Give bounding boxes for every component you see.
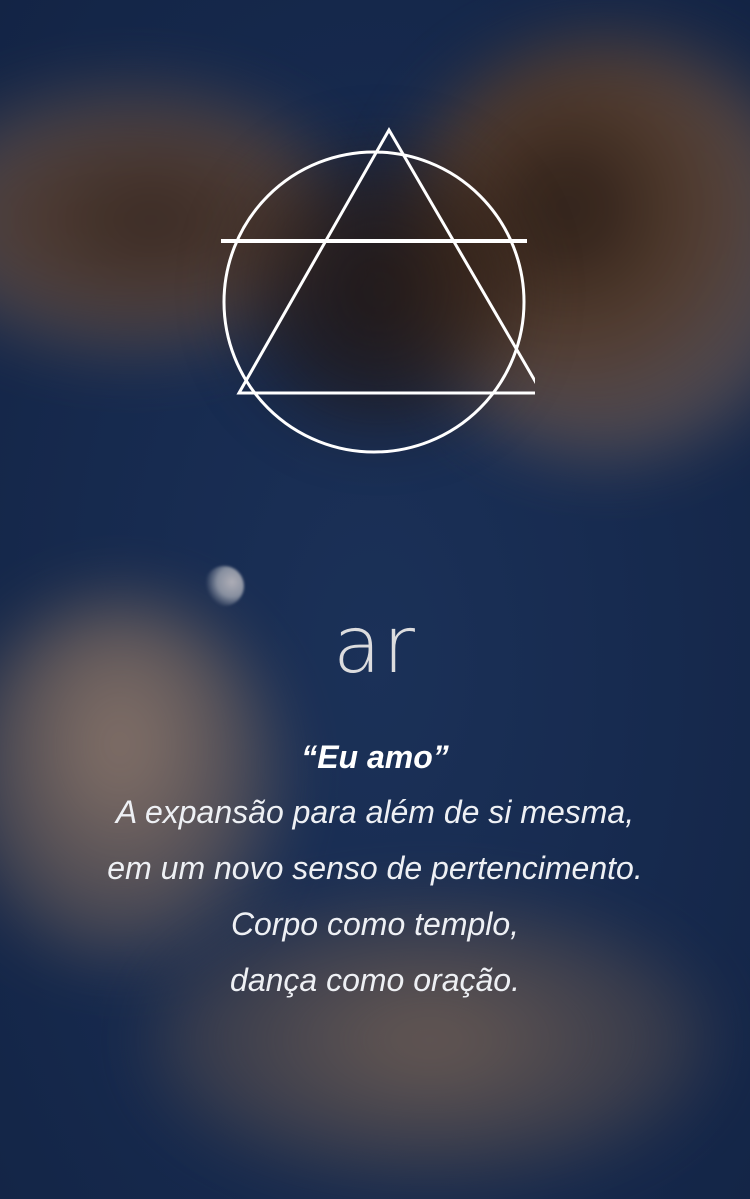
poem-quote: “Eu amo”: [301, 739, 449, 775]
element-title: ar: [333, 601, 417, 691]
poem-line: em um novo senso de pertencimento.: [107, 850, 643, 886]
poem-line: A expansão para além de si mesma,: [115, 794, 635, 830]
poem-block: “Eu amo” A expansão para além de si mesm…: [0, 730, 750, 1008]
air-element-symbol-icon: [215, 120, 535, 460]
poem-line: dança como oração.: [230, 962, 520, 998]
poem-line: Corpo como templo,: [230, 906, 520, 942]
symbol-triangle: [236, 126, 535, 395]
symbol-circle: [222, 150, 526, 454]
